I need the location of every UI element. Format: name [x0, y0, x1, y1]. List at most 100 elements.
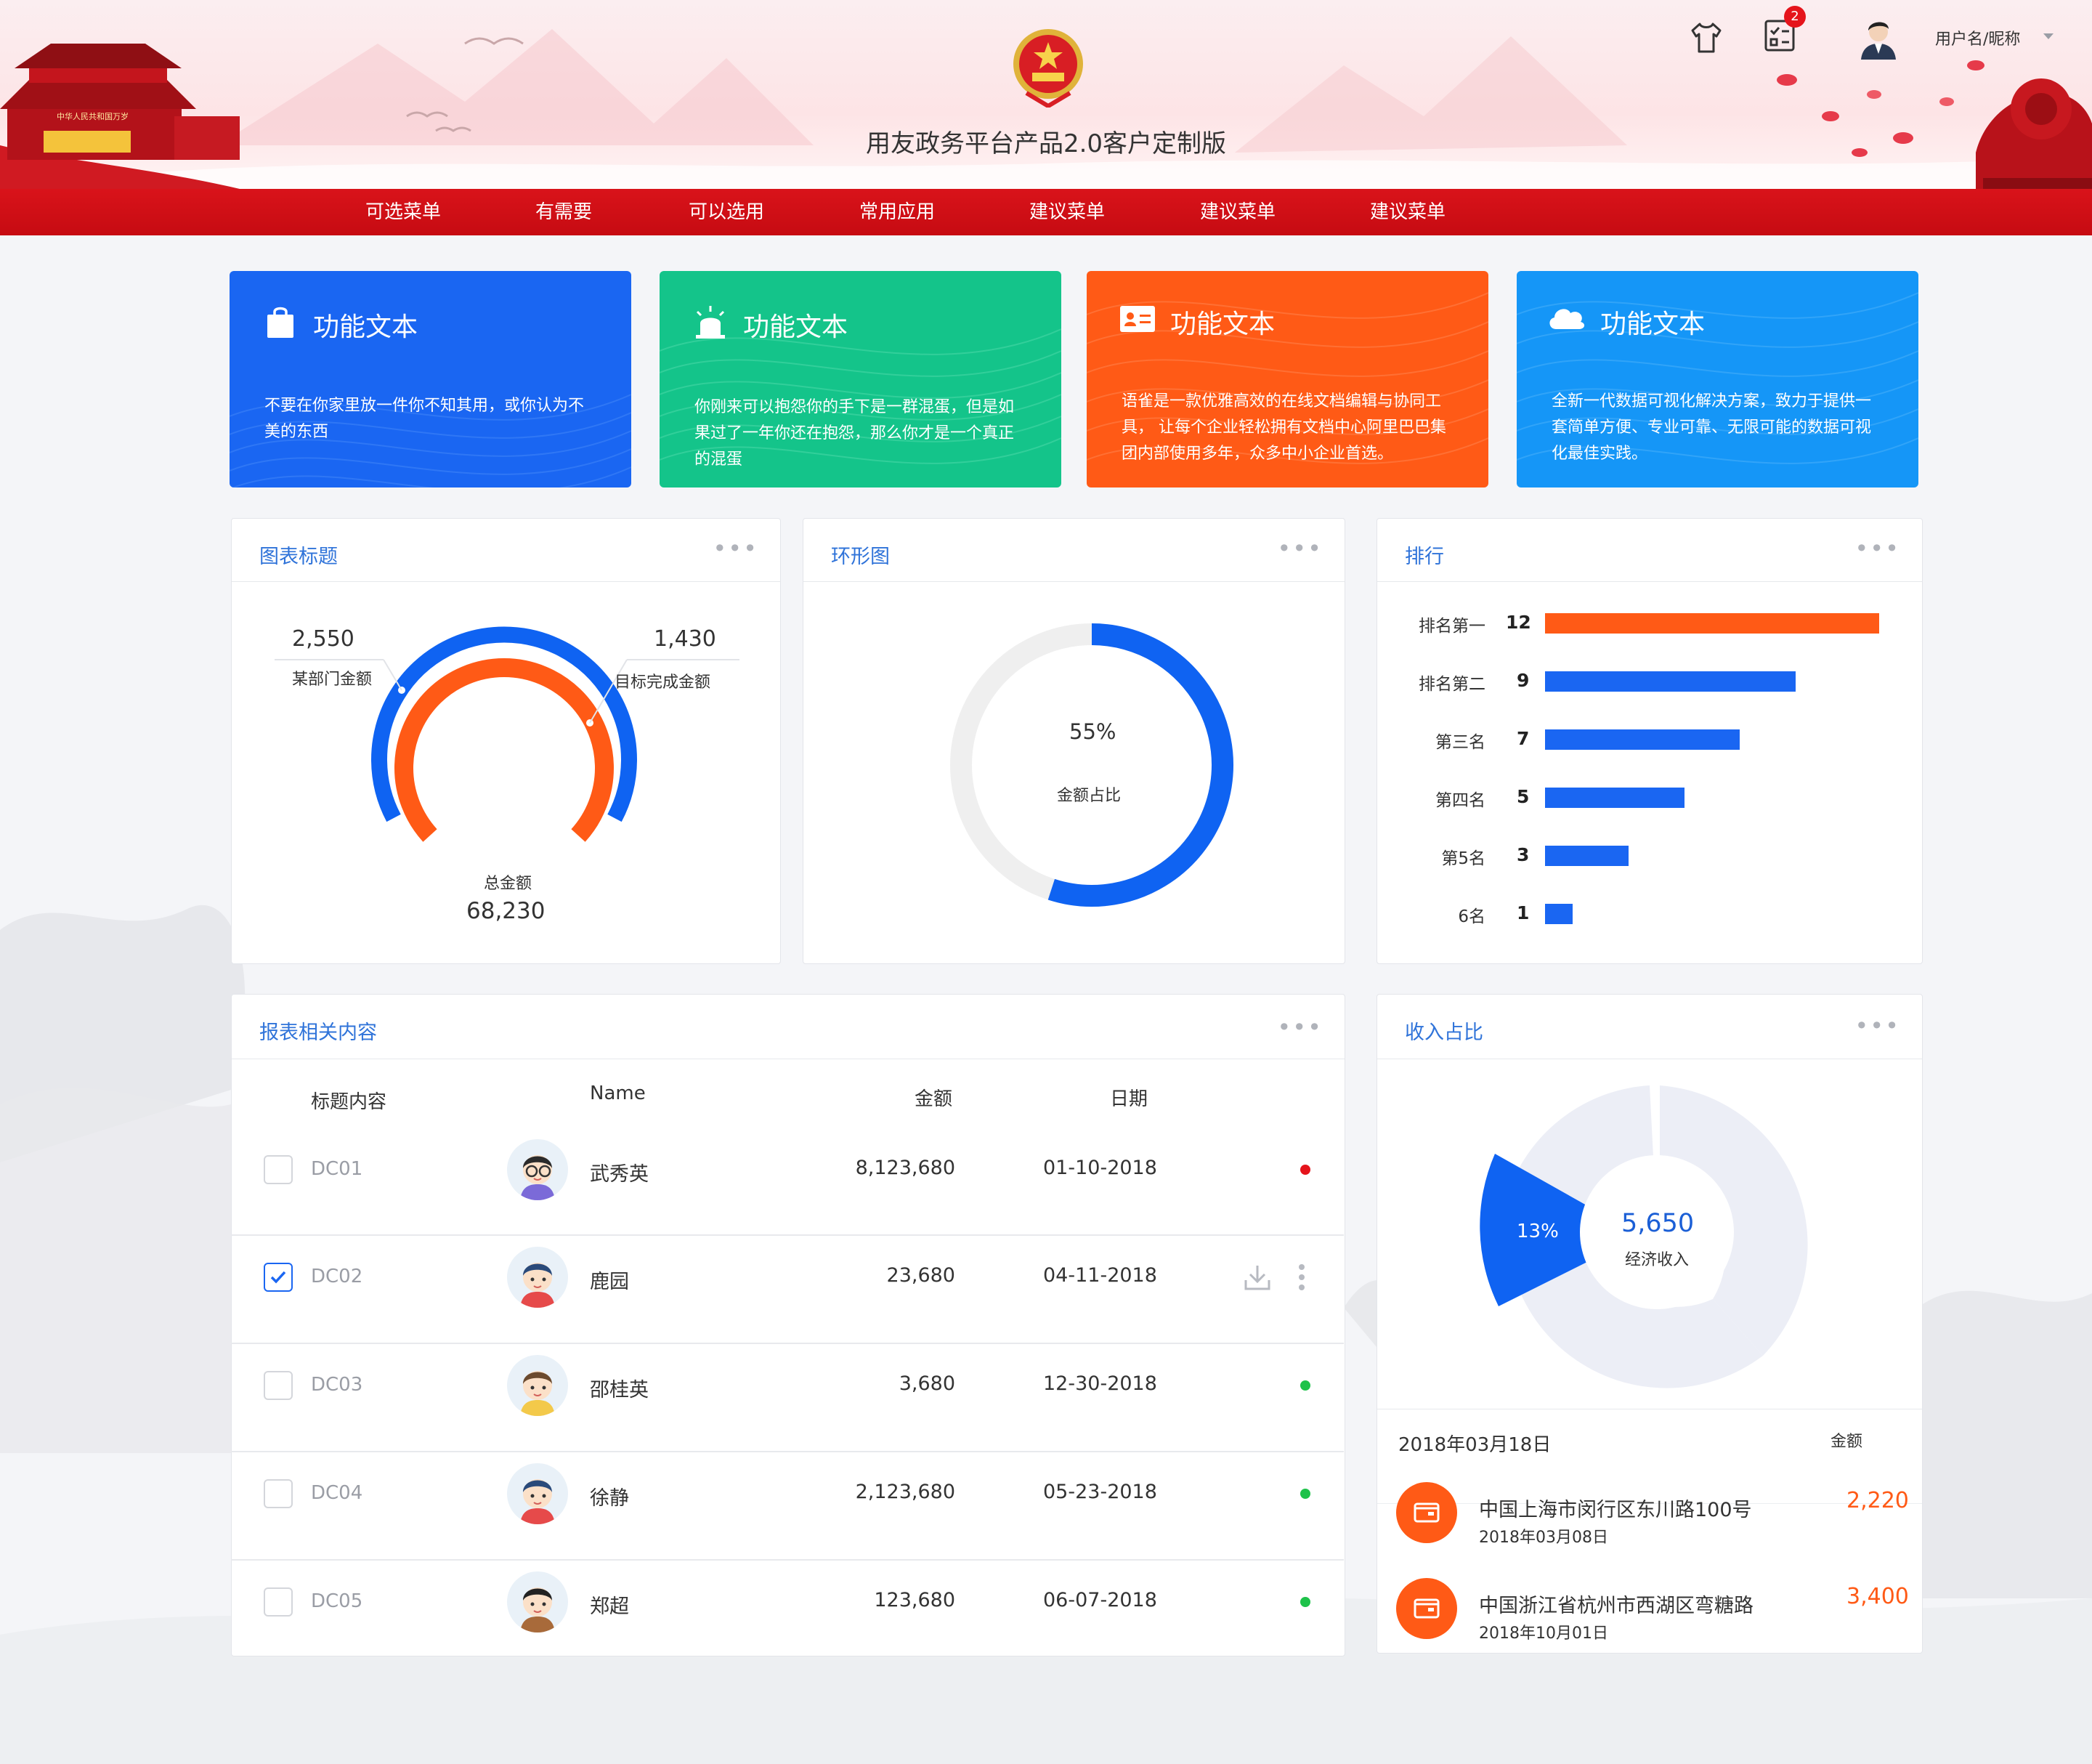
column-header-amount[interactable]: 金额 [915, 1084, 952, 1111]
gauge-left-label: 某部门金额 [292, 671, 373, 689]
row-code: DC02 [311, 1266, 363, 1287]
nav-item-7[interactable]: 建议菜单 [1342, 189, 1473, 235]
avatar [507, 1139, 568, 1200]
row-checkbox[interactable] [264, 1479, 293, 1508]
gauge-right-value: 1,430 [654, 626, 716, 652]
table-row[interactable] [231, 1128, 1344, 1230]
row-amount: 2,123,680 [855, 1481, 955, 1503]
row-name: 武秀英 [590, 1163, 649, 1186]
feature-card-3[interactable]: 功能文本 语雀是一款优雅高效的在线文档编辑与协同工具， 让每个企业轻松拥有文档中… [1087, 271, 1488, 487]
table-row[interactable] [231, 1561, 1344, 1662]
ring-percent: 55% [1069, 719, 1116, 744]
rank-bar[interactable] [1545, 613, 1879, 634]
income-amount-header: 金额 [1830, 1433, 1863, 1451]
rank-bar[interactable] [1545, 788, 1684, 808]
rank-label: 第5名 [1441, 849, 1485, 868]
rank-value: 5 [1517, 786, 1530, 807]
status-dot [1300, 1380, 1310, 1391]
row-divider [231, 1559, 1344, 1561]
income-entry-address[interactable]: 中国浙江省杭州市西湖区弯糖路 [1479, 1590, 1754, 1618]
income-entry-date: 2018年03月08日 [1479, 1529, 1608, 1547]
row-code: DC01 [311, 1158, 363, 1180]
gauge-chart [275, 626, 739, 842]
feature-card-description: 不要在你家里放一件你不知其用，或你认为不美的东西 [264, 397, 585, 441]
gate-banner-text: 中华人民共和国万岁 [57, 112, 129, 121]
chevron-down-icon[interactable] [2043, 32, 2054, 41]
income-entry-address[interactable]: 中国上海市闵行区东川路100号 [1479, 1494, 1752, 1522]
rank-value: 9 [1517, 670, 1530, 691]
status-dot [1300, 1165, 1310, 1175]
feature-card-4[interactable]: 功能文本 全新一代数据可视化解决方案，致力于提供一套简单方便、专业可靠、无限可能… [1517, 271, 1918, 487]
column-header-name[interactable]: Name [590, 1083, 646, 1104]
table-row[interactable] [231, 1236, 1344, 1338]
income-date-header: 2018年03月18日 [1398, 1434, 1552, 1456]
rank-label: 第三名 [1435, 733, 1485, 752]
avatar [507, 1571, 568, 1632]
rank-value: 3 [1517, 844, 1530, 865]
table-row[interactable] [231, 1344, 1344, 1446]
row-divider [231, 1451, 1344, 1452]
row-name: 徐静 [590, 1487, 629, 1510]
row-checkbox[interactable] [264, 1155, 293, 1184]
theme-shirt-icon[interactable] [1690, 22, 1723, 54]
download-icon[interactable] [1241, 1261, 1273, 1293]
rank-label: 第四名 [1435, 791, 1485, 810]
checkmark-icon [270, 1271, 286, 1284]
feature-card-1[interactable]: 功能文本 不要在你家里放一件你不知其用，或你认为不美的东西 [230, 271, 631, 487]
row-date: 04-11-2018 [1043, 1264, 1157, 1287]
feature-card-2[interactable]: 功能文本 你刚来可以抱怨你的手下是一群混蛋，但是如果过了一年你还在抱怨，那么你才… [660, 271, 1061, 487]
page-header: 中华人民共和国万岁 用友政务平台产品2.0客户定制版 2 用户名/昵称 [0, 0, 2092, 189]
wallet-icon [1396, 1482, 1457, 1543]
income-entry-date: 2018年10月01日 [1479, 1625, 1608, 1643]
ring-progress-arc [1047, 623, 1233, 907]
rank-bar[interactable] [1545, 671, 1796, 692]
rank-bar[interactable] [1545, 729, 1740, 750]
nav-item-5[interactable]: 建议菜单 [1002, 189, 1132, 235]
feature-card-description: 你刚来可以抱怨你的手下是一群混蛋，但是如果过了一年你还在抱怨，那么你才是一个真正… [694, 398, 1015, 469]
rank-bar[interactable] [1545, 846, 1629, 866]
table-row[interactable] [231, 1452, 1344, 1554]
nav-item-6[interactable]: 建议菜单 [1172, 189, 1303, 235]
status-dot [1300, 1597, 1310, 1607]
avatar [507, 1355, 568, 1416]
feature-card-title: 功能文本 [313, 312, 418, 342]
more-vertical-icon[interactable] [1297, 1261, 1306, 1293]
income-center-value: 5,650 [1621, 1209, 1695, 1238]
row-divider [231, 1234, 1344, 1236]
username-label[interactable]: 用户名/昵称 [1935, 26, 2020, 49]
income-entry-amount: 3,400 [1846, 1584, 1909, 1609]
rank-label: 排名第一 [1419, 617, 1485, 636]
rank-bar[interactable] [1545, 904, 1573, 924]
rank-label: 排名第二 [1419, 675, 1485, 694]
wallet-icon [1396, 1578, 1457, 1639]
gauge-right-label: 目标完成金额 [615, 673, 711, 692]
row-code: DC03 [311, 1374, 363, 1396]
row-name: 鹿园 [590, 1271, 629, 1293]
column-header-date[interactable]: 日期 [1110, 1084, 1148, 1111]
avatar [507, 1247, 568, 1308]
more-options-icon[interactable]: ••• [1854, 535, 1900, 562]
rank-value: 1 [1517, 902, 1530, 923]
income-center-label: 经济收入 [1625, 1251, 1690, 1269]
row-checkbox[interactable] [264, 1263, 293, 1292]
row-amount: 3,680 [899, 1372, 955, 1395]
user-avatar[interactable] [1857, 15, 1900, 60]
row-checkbox[interactable] [264, 1587, 293, 1617]
nav-item-3[interactable]: 可以选用 [661, 189, 792, 235]
row-checkbox[interactable] [264, 1371, 293, 1400]
page-title: 用友政务平台产品2.0客户定制版 [865, 129, 1227, 158]
nav-item-4[interactable]: 常用应用 [832, 189, 962, 235]
nav-item-1[interactable]: 可选菜单 [338, 189, 469, 235]
feature-card-title: 功能文本 [1170, 309, 1276, 339]
more-options-icon[interactable]: ••• [1277, 1014, 1323, 1041]
nav-item-2[interactable]: 有需要 [498, 189, 629, 235]
rank-value: 7 [1517, 728, 1530, 749]
donut-highlight-percent: 13% [1517, 1221, 1559, 1242]
id-card-icon [1120, 306, 1155, 332]
tiananmen-illustration [0, 44, 240, 189]
column-header-title[interactable]: 标题内容 [311, 1087, 386, 1114]
stone-lion-illustration [1976, 78, 2092, 189]
status-dot [1300, 1489, 1310, 1499]
row-date: 01-10-2018 [1043, 1157, 1157, 1179]
alarm-light-icon [696, 306, 725, 339]
